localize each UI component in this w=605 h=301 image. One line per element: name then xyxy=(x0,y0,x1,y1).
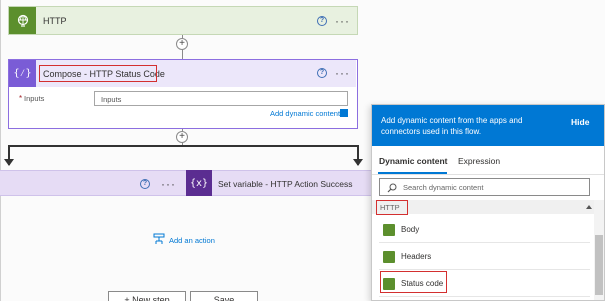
save-button[interactable]: Save xyxy=(190,291,258,301)
add-action-link[interactable]: Add an action xyxy=(169,236,215,245)
set-variable-action-card[interactable]: {x} Set variable - HTTP Action Success xyxy=(186,170,376,196)
inputs-label: Inputs xyxy=(24,94,45,103)
http-green-icon xyxy=(383,251,395,263)
add-action-icon[interactable] xyxy=(153,233,165,245)
branch-right-arrow-icon xyxy=(353,159,363,166)
compose-title-highlight xyxy=(39,65,157,82)
hide-panel-link[interactable]: Hide xyxy=(571,117,589,127)
inputs-field[interactable]: Inputs xyxy=(94,91,348,106)
add-dynamic-content-icon[interactable] xyxy=(340,109,348,117)
insert-step-plus-icon[interactable]: + xyxy=(176,38,188,50)
http-action-card[interactable]: HTTP ? ··· xyxy=(8,6,358,35)
compose-more-icon[interactable]: ··· xyxy=(335,67,350,79)
http-green-icon xyxy=(383,224,395,236)
status-code-highlight xyxy=(380,271,447,293)
branch-card-left[interactable]: ? ··· xyxy=(0,170,186,196)
curly-braces-icon: {⁄} xyxy=(13,67,32,79)
branch-more-icon[interactable]: ··· xyxy=(161,178,176,190)
list-item-label: Headers xyxy=(401,252,432,261)
list-item-label: Body xyxy=(401,225,420,234)
http-more-icon[interactable]: ··· xyxy=(335,15,350,27)
dynamic-panel-header: Add dynamic content from the apps and co… xyxy=(372,105,604,146)
branch-help-icon[interactable]: ? xyxy=(140,179,150,189)
set-variable-card-title: Set variable - HTTP Action Success xyxy=(218,179,353,189)
http-icon-tile xyxy=(9,7,36,34)
canvas-left-rule xyxy=(0,0,1,301)
list-item-headers[interactable]: Headers xyxy=(379,244,590,270)
branch-horizontal-line xyxy=(8,145,358,147)
dynamic-panel-header-text: Add dynamic content from the apps and co… xyxy=(381,116,523,136)
branch-left-arrow-icon xyxy=(4,159,14,166)
tab-dynamic-content[interactable]: Dynamic content xyxy=(379,156,448,166)
dynamic-panel-tabs: Dynamic content Expression xyxy=(372,149,604,175)
inputs-required-marker: * xyxy=(19,94,23,103)
http-help-icon[interactable]: ? xyxy=(317,16,327,26)
dynamic-content-panel: Add dynamic content from the apps and co… xyxy=(371,104,605,301)
dynamic-search-box[interactable]: Search dynamic content xyxy=(379,178,590,196)
section-collapse-icon[interactable] xyxy=(586,205,592,209)
scrollbar-thumb[interactable] xyxy=(595,235,603,295)
dynamic-panel-scrollbar[interactable] xyxy=(594,200,604,300)
http-card-title: HTTP xyxy=(43,16,67,26)
new-step-button[interactable]: + New step xyxy=(108,291,186,301)
variable-x-icon: {x} xyxy=(189,177,209,189)
tab-expression[interactable]: Expression xyxy=(458,156,500,166)
inputs-field-value: Inputs xyxy=(101,95,122,104)
compose-help-icon[interactable]: ? xyxy=(317,68,327,78)
dynamic-search-placeholder: Search dynamic content xyxy=(403,183,484,192)
compose-icon-tile: {⁄} xyxy=(9,60,36,87)
set-variable-icon-tile: {x} xyxy=(186,170,212,196)
list-item-body[interactable]: Body xyxy=(379,217,590,243)
search-icon xyxy=(387,183,397,193)
insert-step-plus-icon[interactable]: + xyxy=(176,131,188,143)
add-dynamic-content-link[interactable]: Add dynamic content xyxy=(270,109,340,118)
tab-dynamic-content-underline xyxy=(378,172,447,174)
http-section-highlight xyxy=(376,200,408,215)
globe-icon xyxy=(17,14,28,27)
